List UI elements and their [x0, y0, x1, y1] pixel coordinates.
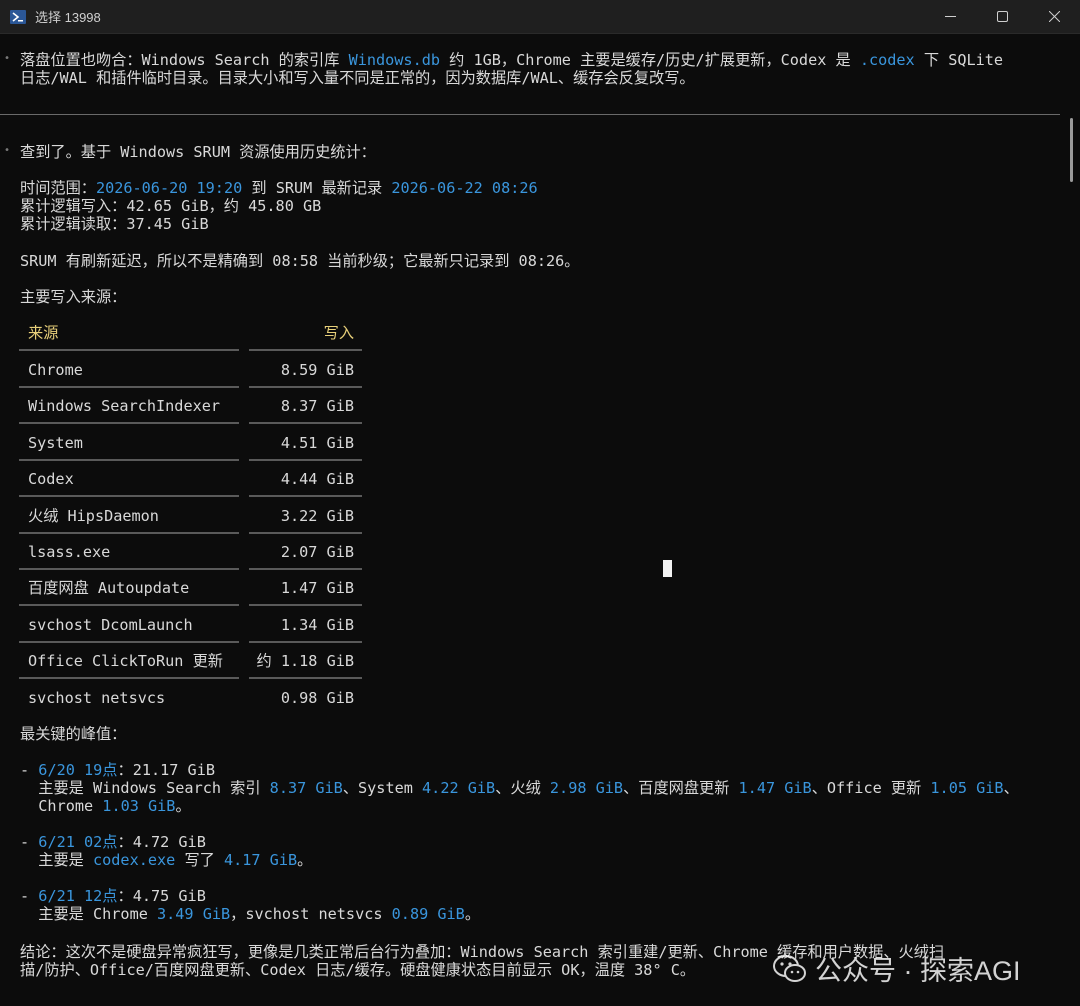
table-row-separator [19, 531, 239, 534]
table-cell-source: Windows SearchIndexer [28, 397, 221, 416]
watermark-text: 公众号 · 探索AGI [815, 956, 1021, 986]
terminal-icon [10, 9, 26, 24]
table-row-separator [19, 386, 239, 388]
table-row-separator [19, 422, 239, 425]
summary-intro: 查到了。基于 Windows SRUM 资源使用历史统计： [20, 143, 376, 161]
table-cell-write: 4.44 GiB [280, 470, 354, 489]
table-row-separator [19, 495, 239, 498]
peaks-heading: 最关键的峰值： [20, 725, 127, 743]
peak-item-detail: Chrome 1.03 GiB。 [20, 797, 191, 815]
table-cell-write: 8.37 GiB [280, 397, 354, 416]
divider [0, 114, 1060, 115]
table-cell-write: 8.59 GiB [280, 361, 354, 379]
table-cell-source: 百度网盘 Autoupdate [28, 579, 190, 598]
title-bar: 选择 13998 [0, 0, 1080, 34]
bullet-marker: • [4, 53, 11, 64]
table-row-separator [249, 531, 362, 534]
table-row-separator [249, 495, 362, 498]
close-button[interactable] [1028, 0, 1080, 33]
scrollbar[interactable] [1062, 34, 1080, 1006]
table-cell-source: Office ClickToRun 更新 [28, 652, 223, 671]
table-cell-write: 2.07 GiB [280, 543, 354, 561]
table-cell-write: 3.22 GiB [280, 506, 354, 525]
bullet-marker: • [4, 145, 11, 156]
maximize-icon [996, 11, 1008, 22]
table-cell-source: 火绒 HipsDaemon [28, 506, 159, 525]
delay-note: SRUM 有刷新延迟，所以不是精确到 08:58 当前秒级；它最新只记录到 08… [20, 252, 580, 270]
table-row-separator [249, 640, 362, 643]
table-row-separator [249, 677, 362, 680]
table-header-write: 写入 [323, 324, 354, 342]
table-row-separator [249, 386, 362, 388]
maximize-button[interactable] [976, 0, 1028, 33]
table-row-separator [249, 568, 362, 570]
table-header-source: 来源 [28, 324, 59, 342]
table-cell-write: 0.98 GiB [280, 688, 354, 707]
peak-item-head: - 6/21 12点：4.75 GiB [20, 887, 206, 905]
close-icon [1048, 11, 1060, 22]
text-line: 落盘位置也吻合：Windows Search 的索引库 Windows.db 约… [20, 51, 1004, 69]
table-cell-source: System [28, 433, 83, 452]
minimize-icon [944, 16, 956, 17]
scrollbar-thumb[interactable] [1070, 118, 1073, 182]
table-cell-write: 1.34 GiB [280, 615, 354, 634]
table-cell-source: svchost netsvcs [28, 688, 166, 707]
table-cell-source: Codex [28, 470, 74, 489]
peak-item-head: - 6/21 02点：4.72 GiB [20, 833, 206, 851]
table-row-separator [249, 604, 362, 607]
read-total: 累计逻辑读取：37.45 GiB [20, 215, 209, 233]
table-cell-source: svchost DcomLaunch [28, 615, 193, 634]
peak-item-detail: 主要是 Windows Search 索引 8.37 GiB、System 4.… [20, 779, 1019, 797]
peak-item-detail: 主要是 codex.exe 写了 4.17 GiB。 [20, 851, 313, 869]
table-row-separator [249, 458, 362, 461]
wechat-icon [773, 954, 806, 982]
watermark: 公众号 · 探索AGI [773, 949, 1021, 988]
table-cell-write: 4.51 GiB [280, 433, 354, 452]
write-total: 累计逻辑写入：42.65 GiB，约 45.80 GB [20, 197, 322, 215]
table-row-separator [19, 640, 239, 643]
table-row-separator [19, 458, 239, 461]
table-cell-source: lsass.exe [28, 543, 111, 561]
table-row-separator [19, 677, 239, 680]
table-cell-source: Chrome [28, 361, 83, 379]
table-cell-write: 1.47 GiB [280, 579, 354, 598]
table-row-separator [19, 349, 239, 351]
terminal-output[interactable]: • 落盘位置也吻合：Windows Search 的索引库 Windows.db … [0, 34, 1062, 1006]
time-range: 时间范围：2026-06-20 19:20 到 SRUM 最新记录 2026-0… [20, 179, 538, 197]
table-row-separator [19, 568, 239, 570]
table-cell-write: 约 1.18 GiB [256, 652, 354, 671]
text-cursor [663, 560, 672, 577]
text-line: 日志/WAL 和插件临时目录。目录大小和写入量不同是正常的，因为数据库/WAL、… [20, 69, 695, 87]
peak-item-detail: 主要是 Chrome 3.49 GiB，svchost netsvcs 0.89… [20, 905, 480, 923]
peak-item-head: - 6/20 19点：21.17 GiB [20, 761, 215, 779]
window-title: 选择 13998 [35, 10, 101, 25]
table-row-separator [249, 349, 362, 351]
table-row-separator [19, 604, 239, 607]
table-row-separator [249, 422, 362, 425]
conclusion-line: 描/防护、Office/百度网盘更新、Codex 日志/缓存。硬盘健康状态目前显… [20, 961, 696, 979]
minimize-button[interactable] [924, 0, 976, 33]
sources-heading: 主要写入来源： [20, 288, 127, 306]
